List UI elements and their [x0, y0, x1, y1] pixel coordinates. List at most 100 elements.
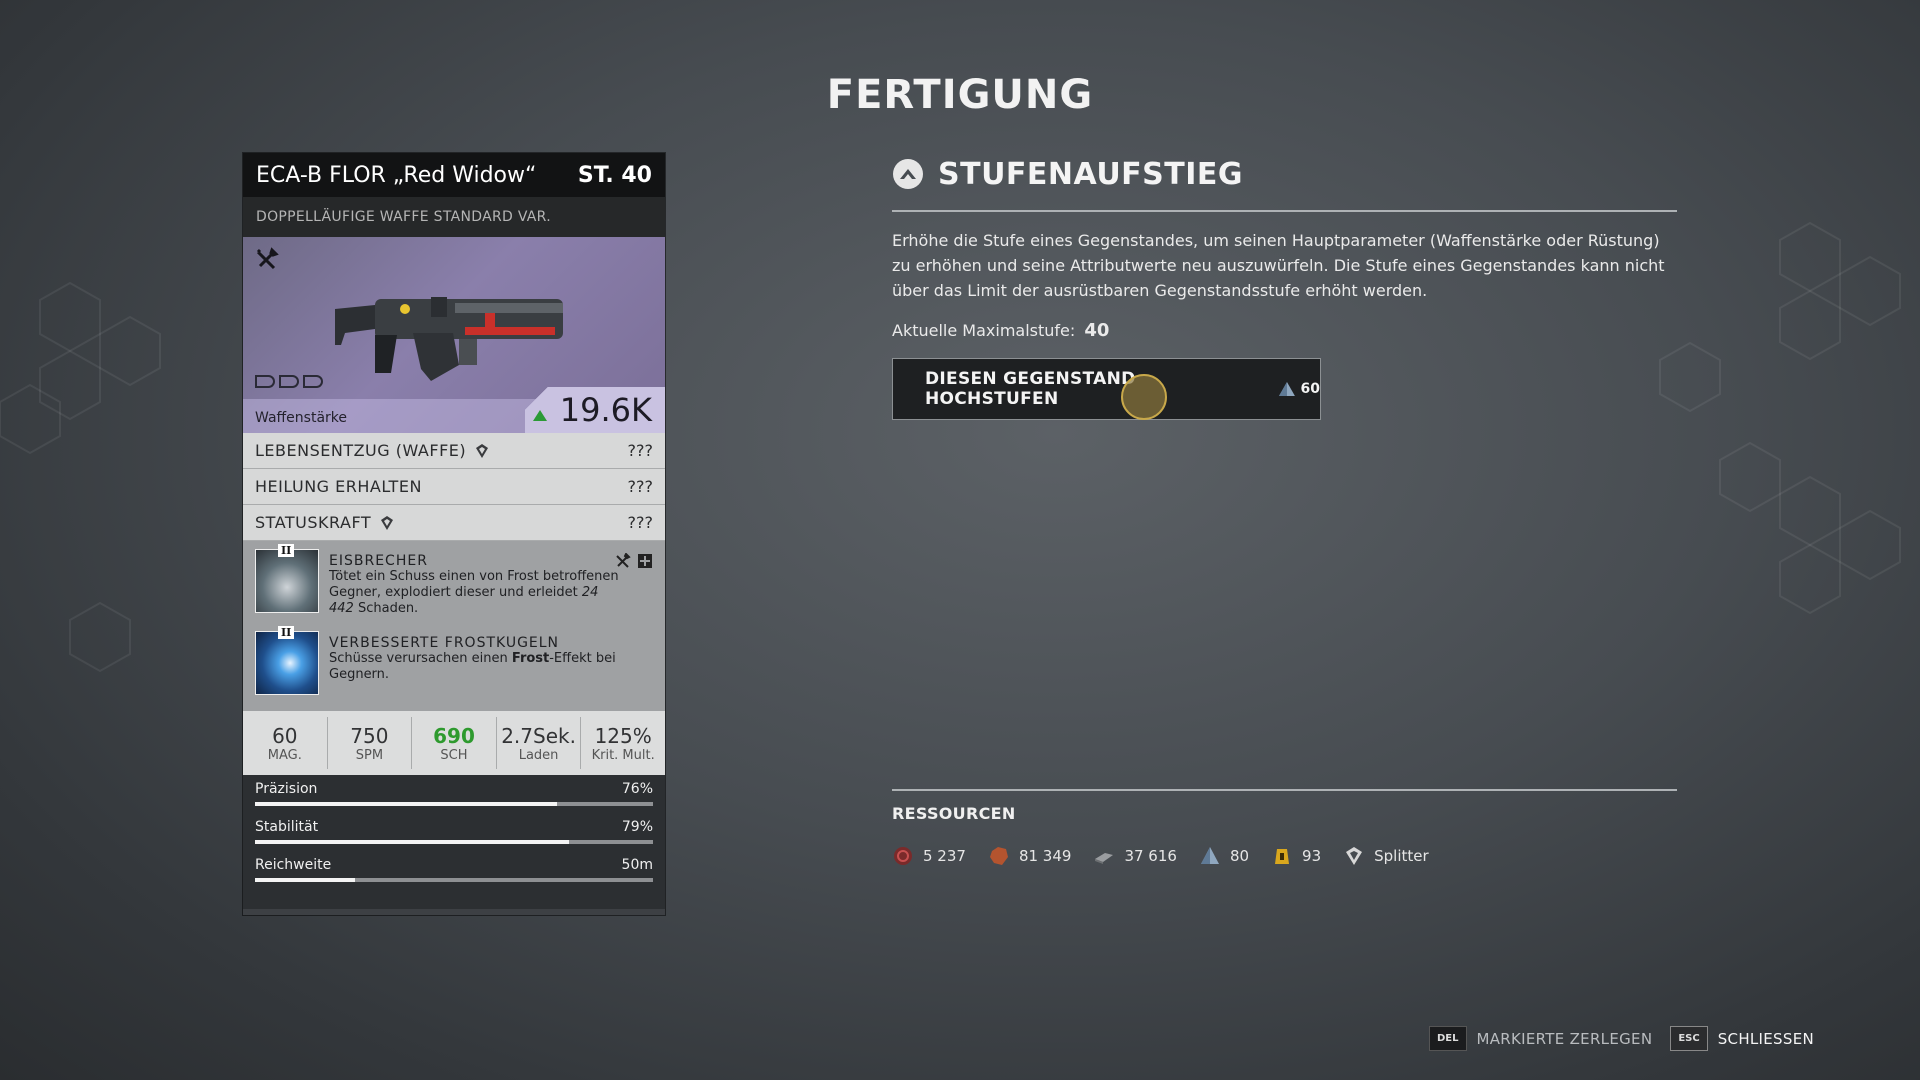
resource-iron: 37 616	[1093, 845, 1177, 867]
resource-scrap: 5 237	[892, 845, 966, 867]
attribute-name: STATUSKRAFT	[255, 513, 372, 532]
resource-anomalous-power: 93	[1271, 845, 1321, 867]
dismantle-label[interactable]: MARKIERTE ZERLEGEN	[1477, 1030, 1653, 1048]
resource-value: 5 237	[923, 847, 966, 865]
bar-label: Stabilität	[255, 819, 319, 835]
attribute-row[interactable]: HEILUNG ERHALTEN ???	[243, 469, 665, 505]
stat-magazine: 60 MAG.	[243, 717, 328, 769]
attribute-row[interactable]: LEBENSENTZUG (WAFFE) ???	[243, 433, 665, 469]
mods-section: II EISBRECHER Tötet ein Schuss einen von…	[243, 541, 665, 711]
upgrade-header: STUFENAUFSTIEG	[892, 154, 1677, 194]
bar-track	[255, 840, 653, 844]
weapon-stats: 60 MAG. 750 SPM 690 SCH 2.7Sek. Laden 12…	[243, 711, 665, 775]
item-card: ECA-B FLOR „Red Widow“ ST. 40 DOPPELLÄUF…	[243, 153, 665, 915]
quality-pip	[303, 375, 323, 388]
mod-thumbnail: II	[255, 544, 319, 613]
attribute-value: ???	[627, 477, 653, 496]
stat-label: Krit. Mult.	[591, 747, 655, 763]
upgrade-description: Erhöhe die Stufe eines Gegenstandes, um …	[892, 231, 1665, 300]
resource-titanium: 80	[1199, 845, 1249, 867]
upgrade-button-label: DIESEN GEGENSTAND HOCHSTUFEN	[925, 369, 1136, 409]
stat-value: 2.7Sek.	[501, 723, 576, 748]
weapon-bars: Präzision 76% Stabilität 79% Reichweite 50m	[243, 775, 665, 909]
resource-value: 80	[1229, 847, 1250, 865]
stat-value: 125%	[594, 723, 652, 748]
scrap-icon	[894, 847, 912, 865]
dismantle-key[interactable]: DEL	[1428, 1026, 1467, 1051]
mod-text: EISBRECHER Tötet ein Schuss einen von Fr…	[329, 549, 619, 617]
divider	[892, 210, 1677, 212]
anomalous-power-icon	[1275, 849, 1290, 864]
page-title: FERTIGUNG	[826, 72, 1094, 118]
stat-label: SPM	[355, 747, 384, 763]
shard-icon	[1346, 847, 1363, 865]
stat-reload: 2.7Sek. Laden	[497, 717, 582, 769]
mod-tier: II	[278, 626, 295, 639]
resources-panel: RESSOURCEN 5 237 81 349 37 616 80 93 Spl…	[892, 789, 1677, 867]
upgrade-cost: 60	[1300, 381, 1320, 397]
resource-value: 37 616	[1124, 847, 1177, 865]
bar-track	[255, 802, 653, 806]
mod-description: Schüsse verursachen einen Frost-Effekt b…	[329, 651, 619, 683]
stat-label: MAG.	[267, 747, 302, 763]
stat-rpm: 750 SPM	[328, 717, 413, 769]
bar-fill	[255, 840, 570, 844]
upgrade-item-button[interactable]: DIESEN GEGENSTAND HOCHSTUFEN 60	[892, 358, 1321, 420]
close-label[interactable]: SCHLIESSEN	[1718, 1030, 1814, 1048]
item-type: DOPPELLÄUFIGE WAFFE STANDARD VAR.	[243, 197, 665, 237]
shard-icon	[381, 515, 394, 530]
upgrade-title: STUFENAUFSTIEG	[938, 156, 1244, 192]
stat-crit-multiplier: 125% Krit. Mult.	[581, 717, 665, 769]
stat-value: 750	[350, 723, 389, 748]
bar-value: 79%	[621, 819, 653, 835]
attribute-value: ???	[627, 441, 653, 460]
stat-label: SCH	[440, 747, 468, 763]
power-up-arrow-icon	[533, 410, 547, 421]
resource-value: 81 349	[1018, 847, 1072, 865]
max-level-value: 40	[1084, 320, 1110, 341]
attribute-name-wrap: LEBENSENTZUG (WAFFE)	[255, 441, 490, 460]
resources-list: 5 237 81 349 37 616 80 93 Splitter	[892, 845, 1677, 867]
mod-icons	[615, 553, 653, 569]
level-up-icon	[893, 159, 923, 189]
mod-item[interactable]: II EISBRECHER Tötet ein Schuss einen von…	[255, 544, 653, 617]
mod-title: EISBRECHER	[329, 553, 428, 569]
resource-value: 93	[1302, 847, 1322, 865]
bar-value: 50m	[621, 857, 653, 873]
mod-thumbnail: II	[255, 626, 319, 695]
attribute-name: HEILUNG ERHALTEN	[255, 477, 422, 496]
attribute-row[interactable]: STATUSKRAFT ???	[243, 505, 665, 541]
mod-item[interactable]: II VERBESSERTE FROSTKUGELN Schüsse verur…	[255, 626, 653, 695]
mod-tier: II	[278, 544, 295, 557]
close-key[interactable]: ESC	[1670, 1026, 1708, 1051]
mod-description-text: Tötet ein Schuss einen von Frost betroff…	[329, 569, 619, 600]
bar-range: Reichweite 50m	[255, 857, 653, 882]
bar-fill	[255, 878, 355, 882]
crossed-tools-icon	[256, 247, 279, 270]
bar-value: 76%	[621, 781, 653, 797]
resource-shards: Splitter	[1343, 845, 1429, 867]
stat-label: Laden	[518, 747, 559, 763]
weapon-power-value: 19.6K	[559, 391, 652, 429]
stat-damage: 690 SCH	[412, 717, 497, 769]
item-name: ECA-B FLOR „Red Widow“	[256, 162, 537, 188]
quality-indicator	[255, 375, 323, 388]
footer-hints: DEL MARKIERTE ZERLEGEN ESC SCHLIESSEN	[1428, 1026, 1814, 1051]
mod-slot-icon	[638, 554, 652, 568]
bar-accuracy: Präzision 76%	[255, 781, 653, 806]
quality-pip	[255, 375, 275, 388]
iron-icon	[1095, 853, 1114, 864]
bar-track	[255, 878, 653, 882]
resources-title: RESSOURCEN	[892, 804, 1016, 823]
bar-stability: Stabilität 79%	[255, 819, 653, 844]
stat-value: 60	[272, 723, 298, 748]
titanium-icon	[1200, 847, 1219, 864]
mod-title: VERBESSERTE FROSTKUGELN	[329, 635, 560, 651]
bar-fill	[255, 802, 558, 806]
mod-description-text: Schüsse verursachen einen	[329, 651, 512, 666]
max-level-label: Aktuelle Maximalstufe:	[892, 321, 1076, 340]
weapon-power-label: Waffenstärke	[255, 410, 347, 426]
crossed-tools-icon	[616, 553, 631, 568]
mod-description: Tötet ein Schuss einen von Frost betroff…	[329, 569, 619, 617]
attribute-name: LEBENSENTZUG (WAFFE)	[255, 441, 467, 460]
